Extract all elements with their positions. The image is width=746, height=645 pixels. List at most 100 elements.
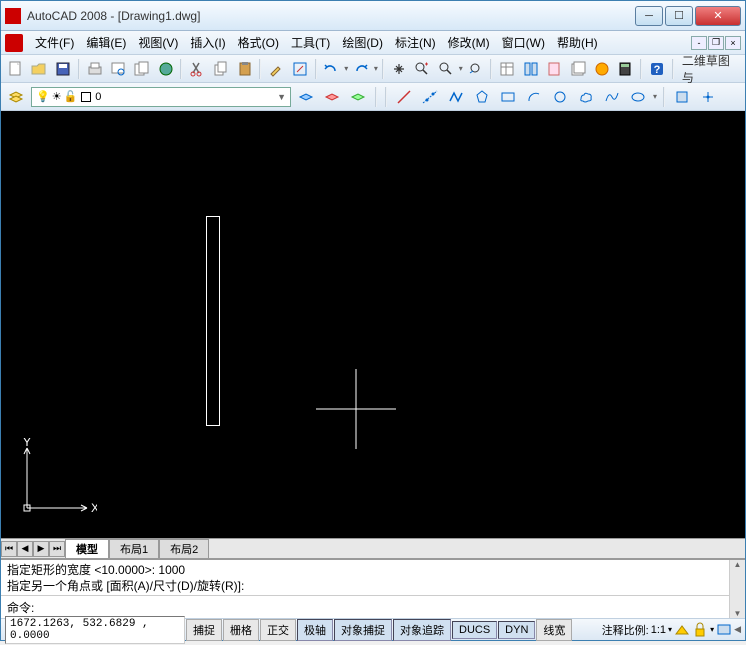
polygon-icon[interactable] xyxy=(471,86,493,108)
ucs-y-label: Y xyxy=(23,438,31,449)
tab-layout2[interactable]: 布局2 xyxy=(159,539,209,558)
zoom-previous-icon[interactable] xyxy=(465,58,487,80)
mdi-controls: - ❐ × xyxy=(691,36,741,50)
make-block-icon[interactable] xyxy=(671,86,693,108)
quickcalc-icon[interactable] xyxy=(615,58,637,80)
acad-icon[interactable] xyxy=(5,34,23,52)
app-window: AutoCAD 2008 - [Drawing1.dwg] ─ ☐ ✕ 文件(F… xyxy=(0,0,746,641)
circle-icon[interactable] xyxy=(549,86,571,108)
osnap-toggle[interactable]: 对象捕捉 xyxy=(334,619,392,641)
snap-toggle[interactable]: 捕捉 xyxy=(186,619,222,641)
tab-model[interactable]: 模型 xyxy=(65,539,109,558)
crosshair-cursor xyxy=(316,369,396,449)
drawing-canvas[interactable]: X Y xyxy=(1,111,745,538)
cut-icon[interactable] xyxy=(186,58,208,80)
annotation-scale-value[interactable]: 1:1 xyxy=(651,624,666,636)
separator xyxy=(663,87,665,107)
menu-view[interactable]: 视图(V) xyxy=(132,32,184,53)
spline-icon[interactable] xyxy=(601,86,623,108)
polar-toggle[interactable]: 极轴 xyxy=(297,619,333,641)
tab-next-button[interactable]: ▶ xyxy=(33,541,49,557)
tab-first-button[interactable]: ⏮ xyxy=(1,541,17,557)
help-icon[interactable]: ? xyxy=(646,58,668,80)
mdi-close[interactable]: × xyxy=(725,36,741,50)
zoom-realtime-icon[interactable] xyxy=(411,58,433,80)
line-icon[interactable] xyxy=(393,86,415,108)
block-editor-icon[interactable] xyxy=(289,58,311,80)
point-icon[interactable] xyxy=(697,86,719,108)
ortho-toggle[interactable]: 正交 xyxy=(260,619,296,641)
tray-expand-icon[interactable]: ◀ xyxy=(734,624,741,635)
revision-cloud-icon[interactable] xyxy=(575,86,597,108)
ducs-toggle[interactable]: DUCS xyxy=(452,621,497,639)
tool-palettes-icon[interactable] xyxy=(544,58,566,80)
close-button[interactable]: ✕ xyxy=(695,6,741,26)
open-icon[interactable] xyxy=(29,58,51,80)
menubar: 文件(F) 编辑(E) 视图(V) 插入(I) 格式(O) 工具(T) 绘图(D… xyxy=(1,31,745,55)
menu-draw[interactable]: 绘图(D) xyxy=(336,32,389,53)
layer-states-icon[interactable] xyxy=(321,86,343,108)
menu-edit[interactable]: 编辑(E) xyxy=(80,32,132,53)
pan-icon[interactable] xyxy=(388,58,410,80)
clean-screen-icon[interactable] xyxy=(716,622,732,638)
annotation-scale-label: 注释比例: xyxy=(602,622,649,638)
plot-icon[interactable] xyxy=(84,58,106,80)
publish-icon[interactable] xyxy=(131,58,153,80)
lightbulb-icon: 💡 xyxy=(36,90,50,103)
lock-tray-icon[interactable] xyxy=(692,622,708,638)
layer-match-icon[interactable] xyxy=(347,86,369,108)
layer-properties-icon[interactable] xyxy=(5,86,27,108)
paste-icon[interactable] xyxy=(234,58,256,80)
undo-icon[interactable] xyxy=(321,58,343,80)
match-prop-icon[interactable] xyxy=(265,58,287,80)
arc-icon[interactable] xyxy=(523,86,545,108)
sheet-set-icon[interactable] xyxy=(567,58,589,80)
separator xyxy=(640,59,642,79)
separator xyxy=(375,87,377,107)
ellipse-icon[interactable] xyxy=(627,86,649,108)
menu-tools[interactable]: 工具(T) xyxy=(285,32,336,53)
menu-window[interactable]: 窗口(W) xyxy=(496,32,551,53)
dyn-toggle[interactable]: DYN xyxy=(498,621,535,639)
separator xyxy=(78,59,80,79)
polyline-icon[interactable] xyxy=(445,86,467,108)
command-scrollbar[interactable]: ▲▼ xyxy=(729,560,745,618)
menu-insert[interactable]: 插入(I) xyxy=(184,32,231,53)
menu-modify[interactable]: 修改(M) xyxy=(442,32,496,53)
grid-toggle[interactable]: 栅格 xyxy=(223,619,259,641)
coordinates-readout[interactable]: 1672.1263, 532.6829 , 0.0000 xyxy=(5,616,185,644)
markup-icon[interactable] xyxy=(591,58,613,80)
annotation-visibility-icon[interactable] xyxy=(674,622,690,638)
menu-dimension[interactable]: 标注(N) xyxy=(389,32,442,53)
rectangle-icon[interactable] xyxy=(497,86,519,108)
menu-format[interactable]: 格式(O) xyxy=(232,32,285,53)
zoom-window-icon[interactable] xyxy=(435,58,457,80)
properties-icon[interactable] xyxy=(496,58,518,80)
copy-icon[interactable] xyxy=(210,58,232,80)
new-icon[interactable] xyxy=(5,58,27,80)
maximize-button[interactable]: ☐ xyxy=(665,6,693,26)
layer-toolbar: 💡 ☀ 🔓 0 ▼ ▾ xyxy=(1,83,745,111)
save-icon[interactable] xyxy=(52,58,74,80)
threed-dwf-icon[interactable] xyxy=(155,58,177,80)
redo-icon[interactable] xyxy=(350,58,372,80)
minimize-button[interactable]: ─ xyxy=(635,6,663,26)
mdi-restore[interactable]: ❐ xyxy=(708,36,724,50)
lwt-toggle[interactable]: 线宽 xyxy=(536,619,572,641)
ucs-x-label: X xyxy=(91,501,97,515)
app-icon xyxy=(5,8,21,24)
menu-file[interactable]: 文件(F) xyxy=(29,32,80,53)
plot-preview-icon[interactable] xyxy=(108,58,130,80)
titlebar: AutoCAD 2008 - [Drawing1.dwg] ─ ☐ ✕ xyxy=(1,1,745,31)
construction-line-icon[interactable] xyxy=(419,86,441,108)
otrack-toggle[interactable]: 对象追踪 xyxy=(393,619,451,641)
layer-previous-icon[interactable] xyxy=(295,86,317,108)
mdi-minimize[interactable]: - xyxy=(691,36,707,50)
tab-last-button[interactable]: ⏭ xyxy=(49,541,65,557)
workspace-label: 二维草图与 xyxy=(682,52,741,86)
tab-layout1[interactable]: 布局1 xyxy=(109,539,159,558)
tab-prev-button[interactable]: ◀ xyxy=(17,541,33,557)
layer-dropdown[interactable]: 💡 ☀ 🔓 0 ▼ xyxy=(31,87,291,107)
menu-help[interactable]: 帮助(H) xyxy=(551,32,604,53)
design-center-icon[interactable] xyxy=(520,58,542,80)
